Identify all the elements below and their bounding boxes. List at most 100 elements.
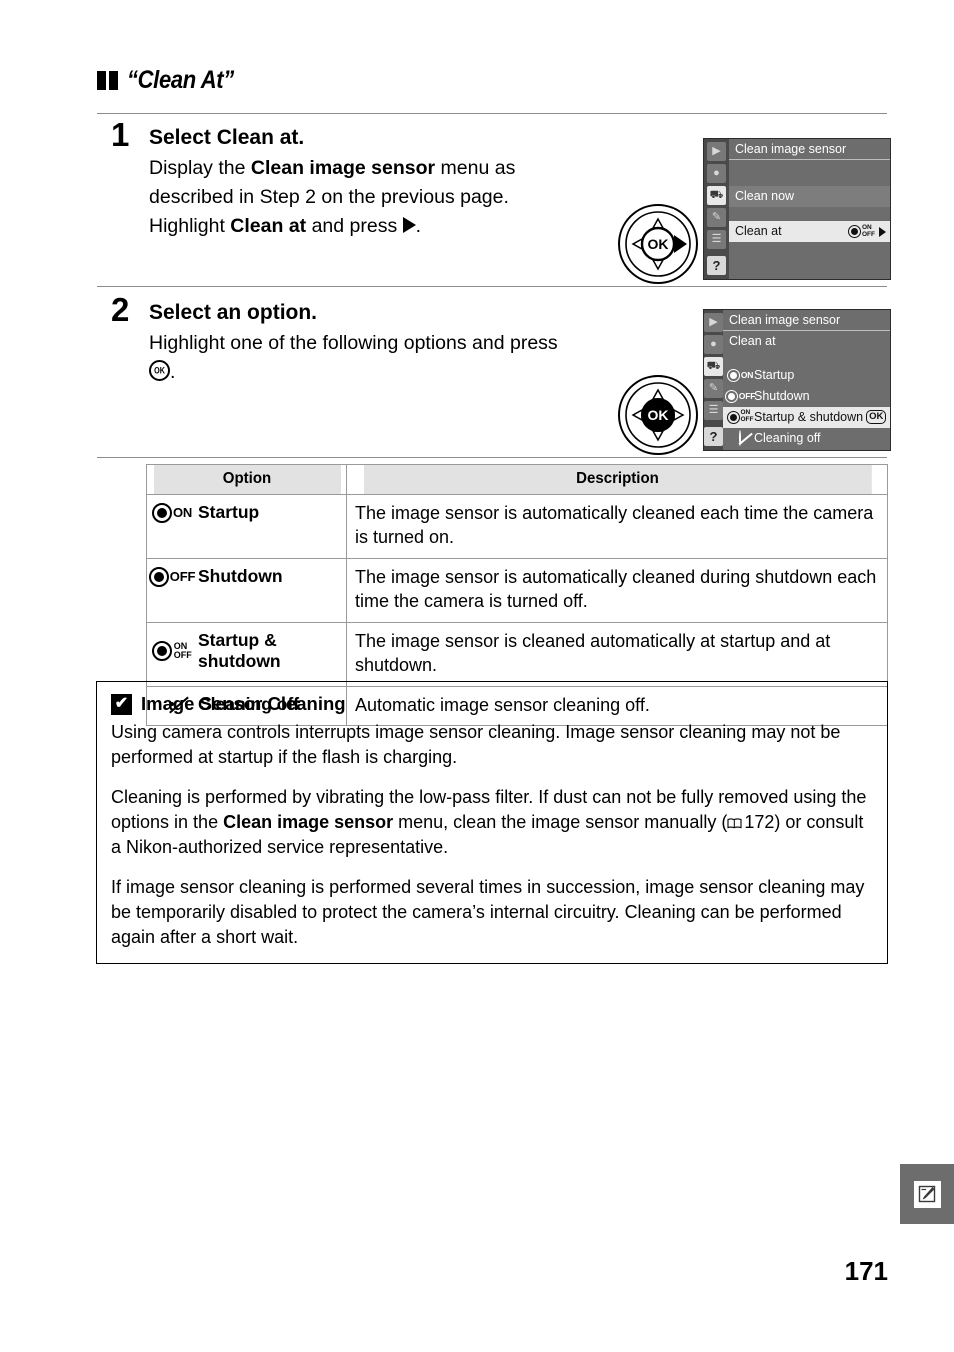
custom-settings-icon[interactable]: ✎ [704, 379, 723, 398]
sensor-on-off-icon: ON OFF [848, 224, 875, 239]
option-cell: ON Startup [146, 494, 347, 559]
multi-selector-dial-ok: OK [617, 374, 699, 456]
step-1-line1-c: menu as [435, 157, 516, 180]
chapter-thumb-tab [900, 1164, 954, 1224]
page-number: 171 [844, 1256, 888, 1286]
section-marker-icon [97, 71, 118, 90]
divider-top [97, 113, 887, 114]
note-p2-bold: Clean image sensor [223, 811, 394, 832]
sensor-off-icon: OFF [148, 566, 195, 587]
option-label: Startup [198, 502, 260, 522]
help-icon[interactable]: ? [704, 427, 723, 446]
option-startup-and-shutdown-label: Startup & shutdown [754, 409, 864, 424]
ok-badge: OK [866, 410, 887, 425]
option-startup-label: Startup [754, 367, 795, 382]
table-header-row: Option Description [147, 464, 888, 495]
svg-text:OK: OK [648, 407, 669, 423]
sensor-off-icon: OFF [724, 389, 755, 403]
column-header-description: Description [362, 464, 872, 495]
note-paragraph-3: If image sensor cleaning is performed se… [111, 877, 865, 947]
menu-item-clean-at-label: Clean at [735, 224, 782, 239]
menu-item-clean-now-label: Clean now [735, 189, 795, 204]
playback-icon[interactable]: ▶ [707, 142, 726, 161]
section-title: “Clean At” [127, 66, 234, 94]
book-reference-icon [727, 818, 742, 829]
note-title: Image Sensor Cleaning [141, 693, 346, 714]
option-cell: ON OFF Startup & shutdown [146, 621, 347, 687]
option-cell: OFF Shutdown [146, 557, 347, 623]
recent-settings-icon[interactable]: ☰ [704, 401, 723, 420]
option-startup-and-shutdown[interactable]: ON OFF Startup & shutdown OK [723, 406, 891, 428]
menu-title: Clean image sensor [723, 310, 891, 332]
option-cleaning-off[interactable]: Cleaning off [723, 428, 890, 449]
step-1-title-suffix: . [298, 126, 305, 149]
note-box-image-sensor-cleaning: ✔ Image Sensor Cleaning Using camera con… [96, 681, 888, 965]
table-row: ON OFF Startup & shutdown The image senso… [146, 621, 888, 687]
menu-title: Clean image sensor [729, 139, 890, 161]
note-paragraph-1: Using camera controls interrupts image s… [111, 722, 841, 767]
ok-button-icon [149, 360, 170, 381]
right-arrow-icon [402, 216, 416, 233]
sensor-on-icon: ON [726, 368, 753, 382]
step-1-line1-a: Display the [149, 157, 251, 180]
description-cell: The image sensor is cleaned automaticall… [346, 621, 888, 687]
divider-middle [97, 286, 887, 287]
note-header: ✔ Image Sensor Cleaning [111, 693, 873, 715]
table-row: ON Startup The image sensor is automatic… [146, 494, 888, 559]
step-2-line1: Highlight one of the following options a… [149, 332, 558, 355]
option-cleaning-off-label: Cleaning off [754, 430, 821, 445]
sensor-on-icon: ON [151, 502, 192, 523]
step-1-title-bold: Clean at [216, 126, 299, 149]
step-2-number: 2 [111, 291, 130, 328]
step-2: 2 Select an option. Highlight one of the… [97, 293, 657, 387]
playback-icon[interactable]: ▶ [704, 313, 723, 332]
setup-menu-icon[interactable]: ⛟ [704, 357, 723, 376]
option-startup[interactable]: ON Startup [723, 365, 890, 386]
step-2-text: Highlight one of the following options a… [149, 329, 657, 386]
multi-selector-dial-right: OK [617, 203, 699, 285]
step-1-line3-b: Clean at [230, 214, 307, 237]
menu-content: Clean image sensor Clean at ON Startup O… [723, 310, 891, 450]
pencil-note-icon [913, 1180, 941, 1208]
chevron-right-icon [879, 226, 886, 237]
description-cell: The image sensor is automatically cleane… [346, 494, 888, 559]
step-1-line3-a: Highlight [149, 214, 231, 237]
section-heading: “Clean At” [97, 66, 797, 95]
option-shutdown-label: Shutdown [754, 388, 810, 403]
description-cell: The image sensor is automatically cleane… [346, 557, 888, 623]
step-2-line2-suffix: . [170, 361, 176, 383]
setup-menu-icon[interactable]: ⛟ [707, 186, 726, 205]
lcd-screen-clean-image-sensor: ▶ ● ⛟ ✎ ☰ ? Clean image sensor Clean now… [703, 138, 891, 280]
table-row: OFF Shutdown The image sensor is automat… [146, 557, 888, 623]
option-label: Startup & shutdown [198, 629, 281, 672]
step-1-line2: described in Step 2 on the previous page… [149, 186, 509, 208]
recent-settings-icon[interactable]: ☰ [707, 230, 726, 249]
step-1-text: Display the Clean image sensor menu as d… [149, 154, 657, 240]
note-paragraph-2: Cleaning is performed by vibrating the l… [111, 785, 873, 859]
step-1-title-prefix: Select [149, 126, 217, 149]
shooting-menu-icon[interactable]: ● [704, 335, 723, 354]
step-2-title: Select an option. [149, 301, 318, 324]
step-1-line1-b: Clean image sensor [250, 157, 436, 180]
step-1: 1 Select Clean at. Display the Clean ima… [97, 118, 657, 240]
option-shutdown[interactable]: OFF Shutdown [723, 386, 890, 407]
menu-rail: ▶ ● ⛟ ✎ ☰ ? [704, 139, 729, 279]
menu-item-clean-at[interactable]: Clean at ON OFF [729, 221, 890, 243]
divider-bottom [97, 457, 887, 458]
step-1-line3-d: . [415, 214, 422, 237]
shooting-menu-icon[interactable]: ● [707, 164, 726, 183]
sensor-on-off-icon: ON OFF [726, 410, 754, 424]
lcd-screen-clean-at-options: ▶ ● ⛟ ✎ ☰ ? Clean image sensor Clean at … [703, 309, 891, 451]
menu-item-clean-now[interactable]: Clean now [729, 186, 890, 208]
step-1-number: 1 [111, 116, 130, 153]
svg-text:OK: OK [648, 236, 669, 252]
menu-content: Clean image sensor Clean now Clean at ON… [729, 139, 890, 279]
manual-page: “Clean At” 1 Select Clean at. Display th… [0, 0, 954, 1352]
step-1-title: Select Clean at. [149, 124, 657, 152]
custom-settings-icon[interactable]: ✎ [707, 208, 726, 227]
checkmark-icon: ✔ [111, 693, 132, 715]
menu-subtitle: Clean at [729, 334, 776, 349]
help-icon[interactable]: ? [707, 256, 726, 275]
sensor-on-off-icon: ON OFF [152, 641, 192, 662]
column-header-option: Option [152, 464, 341, 495]
